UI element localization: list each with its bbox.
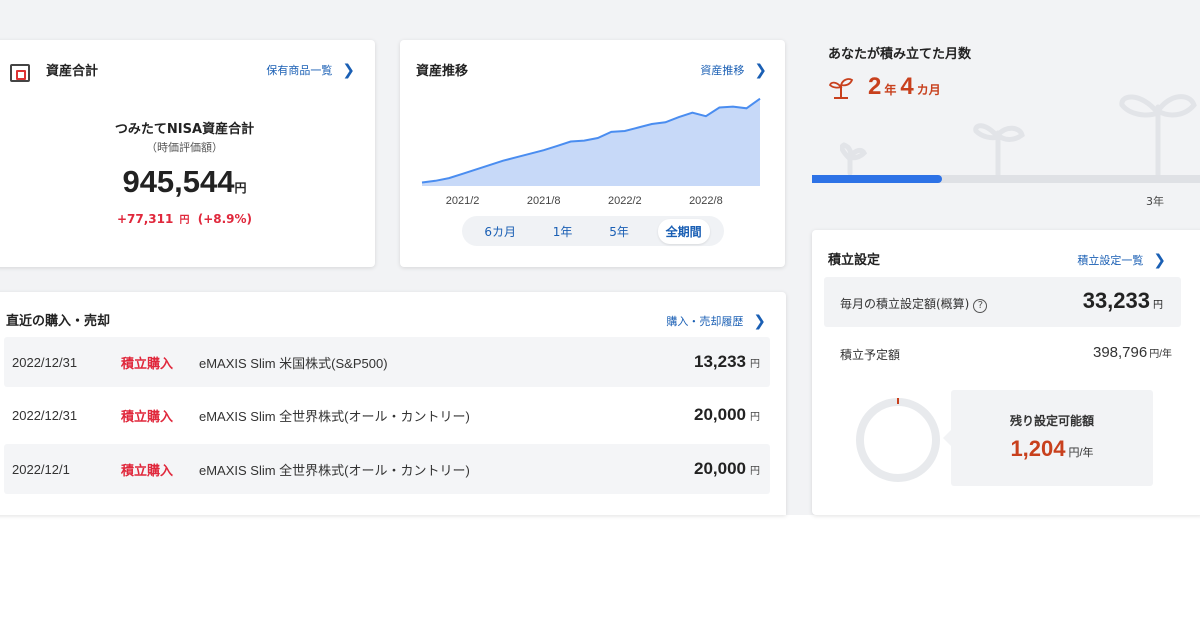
amount-unit: 円 — [750, 359, 760, 370]
x-tick-label: 2021/2 — [446, 195, 480, 207]
planned-amount: 398,796 — [1092, 344, 1148, 361]
months-progress-fill — [812, 175, 942, 183]
range-tabs: 6カ月 1年 5年 全期間 — [462, 216, 724, 246]
growing-plants-illustration — [840, 94, 1197, 175]
transaction-amount: 20,000 円 — [694, 459, 760, 479]
transaction-date: 2022/12/31 — [12, 354, 78, 370]
transaction-amount: 20,000 円 — [694, 405, 760, 425]
accumulation-settings-card: 積立設定 積立設定一覧 ❯ 毎月の積立設定額(概算)? 33,233 円 積立予定… — [812, 230, 1200, 515]
monthly-setting-box: 毎月の積立設定額(概算)? 33,233 円 — [824, 277, 1181, 327]
monthly-amount: 33,233 — [1082, 288, 1150, 313]
amount-value: 20,000 — [694, 405, 746, 424]
transaction-history-link[interactable]: 購入・売却履歴 ❯ — [666, 312, 766, 330]
chevron-right-icon: ❯ — [753, 312, 766, 330]
amount-unit: 円 — [750, 466, 760, 477]
transaction-row[interactable]: 2022/12/1 積立購入 eMAXIS Slim 全世界株式(オール・カントリー… — [4, 444, 770, 494]
progress-goal-label: 3年 — [1146, 195, 1164, 208]
nisa-change: +77,311 円 (+8.9%) — [0, 211, 375, 226]
months-title: あなたが積み立てた月数 — [828, 47, 972, 62]
months-progress-bar — [812, 175, 1200, 183]
transaction-fund-name: eMAXIS Slim 全世界株式(オール・カントリー) — [199, 462, 470, 478]
transactions-title: 直近の購入・売却 — [6, 314, 111, 329]
planned-amount-label: 積立予定額 — [840, 348, 901, 362]
safe-icon — [10, 64, 30, 82]
chevron-right-icon: ❯ — [342, 61, 355, 79]
monthly-setting-value: 33,233 円 — [1083, 288, 1163, 314]
monthly-setting-label: 毎月の積立設定額(概算)? — [840, 295, 988, 313]
planned-amount-value: 398,796 円/年 — [1093, 344, 1172, 361]
transaction-row[interactable]: 2022/12/31 積立購入 eMAXIS Slim 米国株式(S&P500) 13… — [4, 337, 770, 387]
x-tick-label: 2021/8 — [527, 195, 561, 207]
range-tab[interactable]: 1年 — [545, 219, 581, 244]
settings-list-link[interactable]: 積立設定一覧 ❯ — [1077, 251, 1166, 269]
settings-list-label: 積立設定一覧 — [1077, 254, 1144, 267]
amount-value: 20,000 — [694, 459, 746, 478]
remaining-unit: 円/年 — [1068, 447, 1094, 459]
remaining-amount: 1,204 — [1010, 436, 1066, 461]
total-currency: 円 — [234, 181, 247, 195]
remaining-amount-value: 1,204 円/年 — [951, 436, 1153, 462]
change-unit: 円 — [179, 215, 190, 226]
transaction-date: 2022/12/31 — [12, 407, 78, 423]
help-icon[interactable]: ? — [973, 299, 988, 313]
transaction-fund-name: eMAXIS Slim 全世界株式(オール・カントリー) — [199, 408, 470, 424]
nisa-total-title: つみたてNISA資産合計 — [114, 122, 255, 137]
asset-total-card: 資産合計 保有商品一覧 ❯ つみたてNISA資産合計 （時価評価額） 945,5… — [0, 40, 375, 267]
asset-trend-chart: 2021/2 2021/8 2022/2 2022/8 — [421, 97, 761, 207]
change-amount: +77,311 — [116, 212, 174, 226]
planned-unit: 円/年 — [1149, 349, 1172, 360]
x-tick-label: 2022/2 — [608, 195, 642, 207]
chevron-right-icon: ❯ — [1153, 251, 1166, 269]
monthly-unit: 円 — [1153, 300, 1163, 311]
transaction-history-label: 購入・売却履歴 — [666, 315, 744, 328]
asset-area — [422, 98, 760, 186]
amount-unit: 円 — [750, 412, 760, 423]
remaining-amount-box: 残り設定可能額 1,204 円/年 — [943, 390, 1153, 486]
transaction-row[interactable]: 2022/12/31 積立購入 eMAXIS Slim 全世界株式(オール・カントリ… — [4, 390, 770, 440]
transaction-amount: 13,233 円 — [694, 352, 760, 372]
transaction-type: 積立購入 — [121, 409, 174, 425]
remaining-donut-chart — [856, 398, 940, 482]
holdings-list-label: 保有商品一覧 — [266, 64, 333, 77]
range-tab[interactable]: 6カ月 — [476, 219, 524, 244]
amount-value: 13,233 — [694, 352, 746, 371]
transaction-type: 積立購入 — [121, 463, 174, 479]
transaction-fund-name: eMAXIS Slim 米国株式(S&P500) — [199, 355, 388, 371]
transaction-type: 積立購入 — [121, 356, 174, 372]
change-percent: (+8.9%) — [197, 212, 253, 226]
remaining-amount-label: 残り設定可能額 — [1009, 414, 1094, 428]
donut-usage-mark — [897, 398, 899, 404]
asset-total-title: 資産合計 — [46, 64, 99, 79]
recent-transactions-card: 直近の購入・売却 購入・売却履歴 ❯ 2022/12/31 積立購入 eMAXIS … — [0, 292, 786, 515]
nisa-total-subtitle: （時価評価額） — [146, 141, 223, 154]
holdings-list-link[interactable]: 保有商品一覧 ❯ — [266, 61, 355, 79]
asset-trend-card: 資産推移 資産推移 ❯ 2021/2 2021/8 2022/2 2022/8 6カ月… — [400, 40, 785, 267]
x-tick-label: 2022/8 — [689, 195, 723, 207]
settings-title: 積立設定 — [828, 253, 881, 268]
monthly-setting-text: 毎月の積立設定額(概算) — [840, 297, 970, 311]
total-amount: 945,544 — [122, 164, 235, 199]
transaction-date: 2022/12/1 — [12, 461, 70, 477]
range-tab[interactable]: 全期間 — [657, 218, 710, 244]
range-tab[interactable]: 5年 — [601, 219, 637, 244]
nisa-total-value: 945,544円 — [0, 164, 375, 200]
